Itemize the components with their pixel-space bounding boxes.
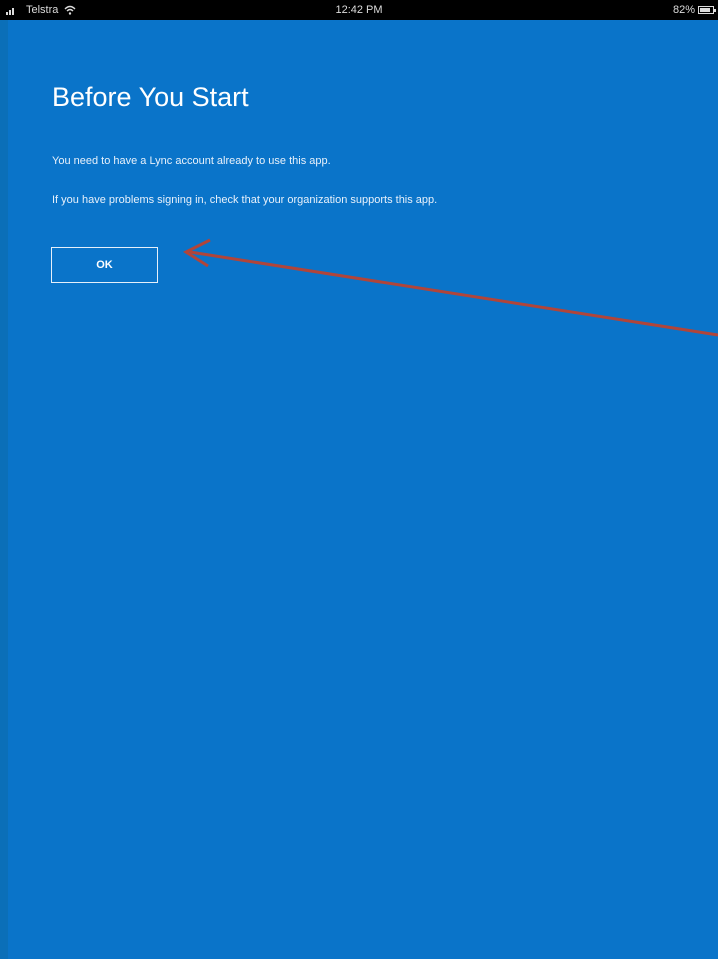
- page-title: Before You Start: [52, 82, 249, 112]
- status-time: 12:42 PM: [335, 4, 383, 16]
- signin-help-text: If you have problems signing in, check t…: [52, 194, 438, 206]
- battery-icon: [698, 6, 716, 14]
- app-screen: Telstra 12:42 PM 82% Before You Start Yo…: [0, 0, 718, 959]
- status-bar: Telstra 12:42 PM 82%: [0, 0, 718, 20]
- battery-percent: 82%: [672, 4, 695, 16]
- status-right: 82%: [672, 0, 716, 20]
- ok-button[interactable]: OK: [51, 247, 158, 283]
- screen-left-edge: [0, 0, 8, 959]
- account-requirement-text: You need to have a Lync account already …: [52, 155, 331, 167]
- annotation-arrow: [182, 238, 718, 337]
